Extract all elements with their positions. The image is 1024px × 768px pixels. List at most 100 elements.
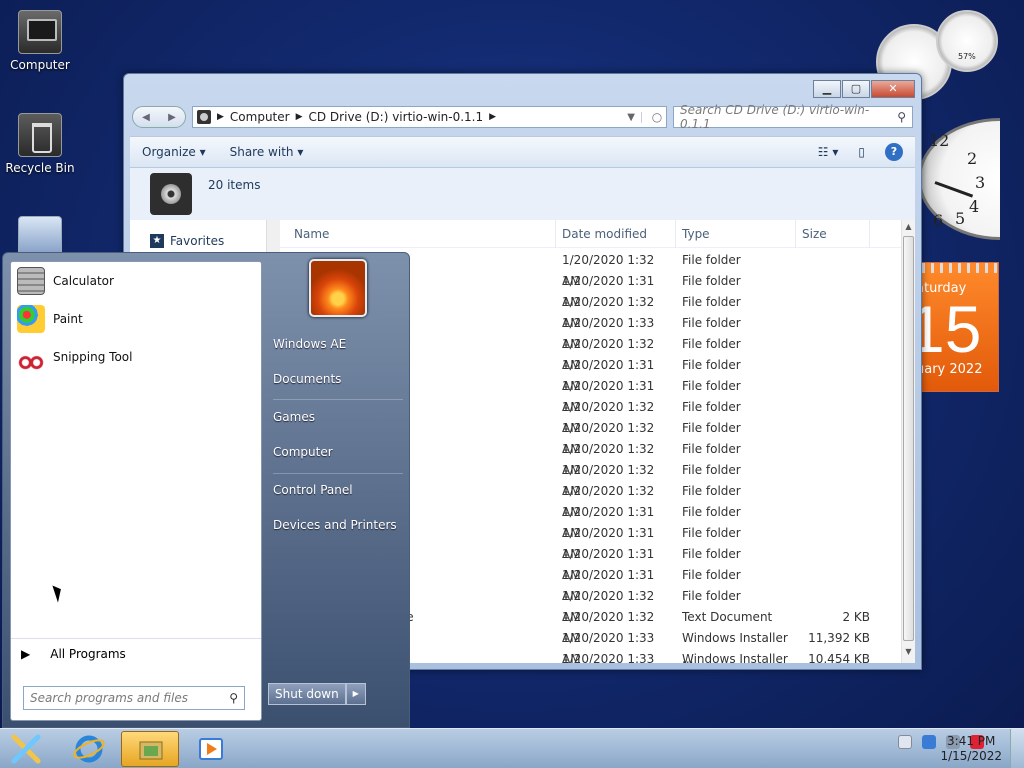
desktop-icon-label: Recycle Bin — [5, 161, 75, 175]
nav-favorites[interactable]: ★ Favorites — [150, 234, 224, 248]
desktop-icon-recycle-bin[interactable]: Recycle Bin — [0, 113, 80, 175]
maximize-button[interactable]: ▢ — [842, 80, 870, 98]
preview-pane-icon[interactable]: ▯ — [858, 145, 865, 159]
file-date: 1/20/2020 1:31 AM — [562, 505, 655, 540]
breadcrumb-separator-icon[interactable]: ▶ — [489, 112, 496, 122]
address-bar[interactable]: ▶ Computer ▶ CD Drive (D:) virtio-win-0.… — [192, 106, 667, 128]
address-dropdown-icon[interactable]: ▼ — [621, 111, 642, 123]
file-date: 1/20/2020 1:31 AM — [562, 274, 655, 309]
user-avatar[interactable] — [309, 259, 367, 317]
start-link-documents[interactable]: Documents — [273, 372, 341, 386]
calendar-gadget[interactable]: aturday 15 uary 2022 — [921, 262, 999, 392]
search-placeholder: Search CD Drive (D:) virtio-win-0.1.1 — [680, 103, 870, 131]
file-type: File folder — [682, 253, 741, 267]
cpu-percent-label: 57% — [958, 52, 976, 61]
nav-favorites-label: Favorites — [170, 234, 225, 248]
program-calculator[interactable]: Calculator — [11, 262, 261, 300]
clock-time: 3:41 PM — [947, 734, 996, 748]
start-link-user[interactable]: Windows AE — [273, 337, 346, 351]
start-orb-icon — [11, 734, 41, 764]
file-type: File folder — [682, 316, 741, 330]
file-type: Text Document — [682, 610, 773, 624]
column-name[interactable]: Name — [280, 219, 556, 248]
file-date: 1/20/2020 1:31 AM — [562, 526, 655, 561]
column-headers: Name Date modified Type Size — [280, 219, 901, 248]
show-desktop-button[interactable] — [1010, 729, 1024, 768]
breadcrumb-computer[interactable]: Computer — [230, 110, 290, 124]
share-with-menu[interactable]: Share with ▾ — [230, 145, 304, 159]
start-button[interactable] — [6, 731, 46, 767]
scroll-down-icon[interactable]: ▼ — [902, 647, 915, 661]
taskbar-media-player[interactable] — [182, 731, 240, 767]
file-size: 2 KB — [842, 610, 870, 624]
view-options-icon[interactable]: ☷ ▾ — [818, 145, 839, 159]
shutdown-button[interactable]: Shut down — [268, 683, 346, 705]
program-paint[interactable]: Paint — [11, 300, 261, 338]
drive-icon — [197, 110, 211, 124]
memory-meter-gadget[interactable]: 57% — [936, 10, 998, 72]
shutdown-options-icon[interactable]: ▶ — [345, 683, 366, 705]
search-icon[interactable]: ⚲ — [229, 691, 238, 705]
help-icon[interactable]: ? — [885, 143, 903, 161]
start-link-control-panel[interactable]: Control Panel — [273, 483, 353, 497]
file-type: File folder — [682, 526, 741, 540]
start-search-input[interactable]: Search programs and files ⚲ — [23, 686, 245, 710]
shutdown-group: Shut down ▶ — [268, 683, 366, 705]
start-link-devices-printers[interactable]: Devices and Printers — [273, 518, 397, 532]
network-icon[interactable] — [922, 735, 936, 749]
favorites-star-icon: ★ — [150, 234, 164, 248]
program-snipping-tool[interactable]: Snipping Tool — [11, 338, 261, 376]
vertical-scrollbar[interactable]: ▲ ▼ — [901, 220, 915, 663]
program-label: Calculator — [53, 274, 114, 288]
back-icon[interactable]: ◀ — [142, 112, 150, 123]
column-date[interactable]: Date modified — [556, 219, 676, 248]
action-center-icon[interactable] — [898, 735, 912, 749]
breadcrumb-separator-icon[interactable]: ▶ — [217, 112, 224, 122]
start-search-placeholder: Search programs and files — [30, 691, 188, 705]
taskbar-clock[interactable]: 3:41 PM 1/15/2022 — [940, 734, 1002, 764]
item-count: 20 items — [208, 178, 261, 192]
clock-date: 1/15/2022 — [940, 749, 1002, 763]
file-type: File folder — [682, 421, 741, 435]
start-link-games[interactable]: Games — [273, 410, 315, 424]
start-programs-pane: Calculator Paint Snipping Tool ▶ All Progr… — [10, 261, 262, 721]
start-menu: Calculator Paint Snipping Tool ▶ All Progr… — [2, 252, 410, 728]
file-size — [796, 460, 870, 481]
minimize-button[interactable]: ▁ — [813, 80, 841, 98]
file-size — [796, 376, 870, 397]
file-type: File folder — [682, 358, 741, 372]
explorer-search-input[interactable]: Search CD Drive (D:) virtio-win-0.1.1 ⚲ — [673, 103, 913, 131]
close-button[interactable]: ✕ — [871, 80, 915, 98]
cd-drive-icon — [150, 173, 192, 215]
folder-icon — [139, 741, 163, 760]
scroll-thumb[interactable] — [903, 236, 914, 641]
file-date: 1/20/2020 1:32 AM — [562, 295, 655, 330]
organize-menu[interactable]: Organize ▾ — [142, 145, 206, 159]
forward-icon[interactable]: ▶ — [168, 112, 176, 123]
file-size: 10,454 KB — [808, 652, 870, 663]
breadcrumb-separator-icon[interactable]: ▶ — [296, 112, 303, 122]
search-icon[interactable]: ⚲ — [897, 110, 906, 124]
file-type: File folder — [682, 568, 741, 582]
start-link-computer[interactable]: Computer — [273, 445, 333, 459]
file-size — [796, 250, 870, 271]
right-pane-separator — [273, 399, 403, 400]
column-size[interactable]: Size — [796, 219, 870, 248]
refresh-icon[interactable]: ○ — [648, 110, 666, 124]
file-type: File folder — [682, 274, 741, 288]
clock-gadget[interactable]: 12 2 3 4 5 6 — [918, 118, 1000, 240]
scroll-up-icon[interactable]: ▲ — [902, 222, 915, 236]
desktop-icon-computer[interactable]: Computer — [0, 10, 80, 72]
column-type[interactable]: Type — [676, 219, 796, 248]
taskbar-windows-explorer[interactable] — [121, 731, 179, 767]
clock-number: 12 — [929, 131, 950, 150]
all-programs-button[interactable]: ▶ All Programs — [11, 638, 261, 668]
taskbar-internet-explorer[interactable] — [60, 731, 118, 767]
file-size — [796, 334, 870, 355]
file-date: 1/20/2020 1:31 AM — [562, 379, 655, 414]
file-type: Windows Installer ... — [682, 652, 788, 663]
breadcrumb-cd-drive[interactable]: CD Drive (D:) virtio-win-0.1.1 — [309, 110, 484, 124]
file-type: File folder — [682, 505, 741, 519]
file-date: 1/20/2020 1:32 AM — [562, 253, 655, 288]
file-size: 11,392 KB — [808, 631, 870, 645]
